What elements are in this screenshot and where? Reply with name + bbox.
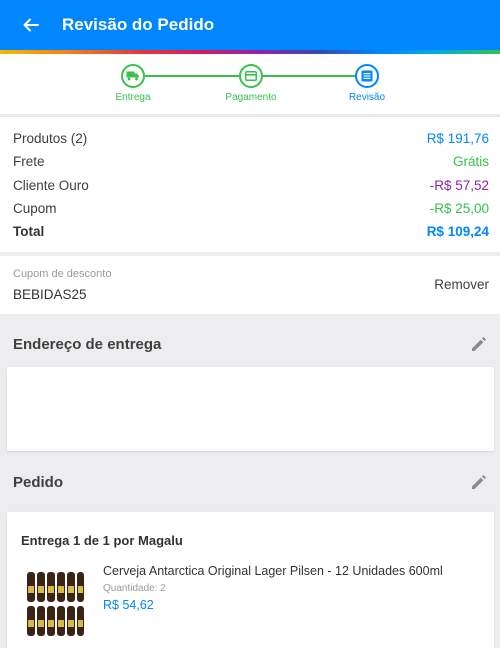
products-label: Produtos (2) — [13, 131, 88, 146]
card-icon — [245, 71, 257, 81]
step-entrega[interactable] — [121, 64, 145, 88]
product-price: R$ 54,62 — [103, 598, 154, 612]
page-title: Revisão do Pedido — [62, 15, 215, 34]
coupon-caption: Cupom de desconto — [13, 268, 112, 280]
step-connector — [263, 75, 355, 77]
coupon-code: BEBIDAS25 — [13, 287, 87, 302]
products-value: R$ 191,76 — [426, 131, 489, 146]
address-card[interactable] — [7, 367, 494, 451]
pencil-icon — [472, 475, 486, 489]
beer-bottles-image[interactable] — [25, 568, 85, 640]
remove-coupon-button[interactable]: Remover — [434, 277, 489, 292]
coupon-section: Cupom de desconto BEBIDAS25 Remover — [0, 256, 500, 314]
edit-address-button[interactable] — [470, 335, 488, 353]
order-summary: Produtos (2) R$ 191,76 Frete Grátis Clie… — [0, 116, 500, 252]
product-quantity: Quantidade: 2 — [103, 583, 166, 594]
freight-label: Frete — [13, 154, 45, 169]
address-section-title: Endereço de entrega — [13, 336, 162, 353]
gold-client-value: -R$ 57,52 — [429, 178, 489, 193]
step-label-revisao: Revisão — [348, 92, 386, 103]
arrow-left-icon — [23, 18, 39, 32]
summary-row-total: Total R$ 109,24 — [13, 224, 489, 239]
summary-row-gold-client: Cliente Ouro -R$ 57,52 — [13, 178, 489, 193]
edit-order-button[interactable] — [470, 473, 488, 491]
app-bar: Revisão do Pedido — [0, 0, 500, 50]
total-label: Total — [13, 224, 45, 239]
step-connector — [145, 75, 239, 77]
freight-value: Grátis — [452, 154, 489, 169]
step-label-pagamento: Pagamento — [225, 92, 277, 103]
summary-row-coupon: Cupom -R$ 25,00 — [13, 201, 489, 216]
list-icon — [361, 70, 373, 82]
order-card: Entrega 1 de 1 por Magalu Cerveja Antarc… — [7, 512, 494, 648]
checkout-stepper: Entrega Pagamento Revisão — [0, 54, 500, 114]
step-revisao[interactable] — [355, 64, 379, 88]
summary-row-products: Produtos (2) R$ 191,76 — [13, 131, 489, 146]
truck-icon — [126, 71, 139, 81]
coupon-label: Cupom — [13, 201, 57, 216]
step-label-entrega: Entrega — [115, 92, 151, 103]
back-button[interactable] — [0, 0, 62, 50]
pencil-icon — [472, 337, 486, 351]
delivery-title: Entrega 1 de 1 por Magalu — [21, 533, 183, 548]
step-pagamento[interactable] — [239, 64, 263, 88]
order-section-title: Pedido — [13, 474, 64, 491]
total-value: R$ 109,24 — [426, 224, 489, 239]
summary-row-freight: Frete Grátis — [13, 154, 489, 169]
product-name[interactable]: Cerveja Antarctica Original Lager Pilsen… — [103, 564, 443, 578]
coupon-value: -R$ 25,00 — [429, 201, 489, 216]
gold-client-label: Cliente Ouro — [13, 178, 89, 193]
